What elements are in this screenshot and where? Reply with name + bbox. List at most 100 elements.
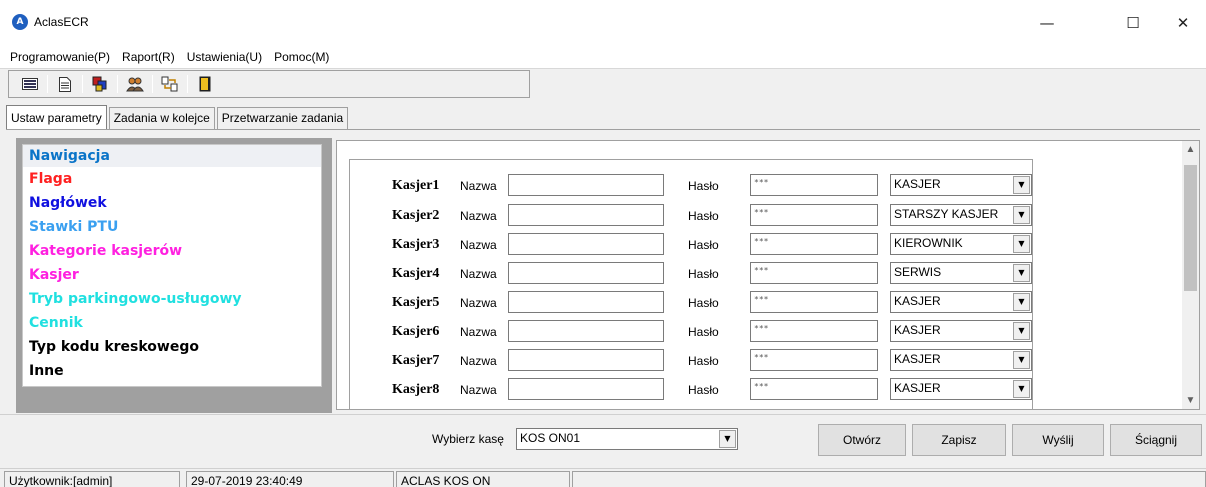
password-label: Hasło bbox=[688, 209, 719, 223]
scroll-down-icon[interactable]: ▼ bbox=[1182, 392, 1199, 409]
cashier-name-input[interactable] bbox=[508, 262, 664, 284]
password-label: Hasło bbox=[688, 267, 719, 281]
cashier-role-select[interactable]: KIEROWNIK ▼ bbox=[890, 233, 1032, 255]
register-select-value: KOS ON01 bbox=[520, 431, 581, 445]
chevron-down-icon[interactable]: ▼ bbox=[1013, 264, 1030, 282]
app-logo-icon: A bbox=[12, 14, 28, 30]
send-button[interactable]: Wyślij bbox=[1012, 424, 1104, 456]
maximize-button[interactable]: ☐ bbox=[1110, 8, 1156, 38]
cashier-row: Kasjer7 Nazwa Hasło *** KASJER ▼ bbox=[350, 349, 1050, 375]
action-bar: Wybierz kasę KOS ON01 ▼ Otwórz Zapisz Wyś… bbox=[0, 414, 1206, 464]
cashier-password-input[interactable]: *** bbox=[750, 174, 878, 196]
cashier-role-value: KASJER bbox=[894, 294, 941, 308]
toolbar-separator bbox=[152, 75, 153, 93]
cashier-password-input[interactable]: *** bbox=[750, 204, 878, 226]
chevron-down-icon[interactable]: ▼ bbox=[719, 430, 736, 448]
transfer-icon[interactable] bbox=[159, 74, 181, 94]
menu-pomoc[interactable]: Pomoc(M) bbox=[274, 50, 329, 64]
cashier-name-input[interactable] bbox=[508, 233, 664, 255]
scroll-up-icon[interactable]: ▲ bbox=[1182, 141, 1199, 158]
cashier-role-select[interactable]: STARSZY KASJER ▼ bbox=[890, 204, 1032, 226]
chevron-down-icon[interactable]: ▼ bbox=[1013, 235, 1030, 253]
status-extra bbox=[572, 471, 1206, 487]
exit-door-icon[interactable] bbox=[194, 74, 216, 94]
tab-przetwarzanie-zadania[interactable]: Przetwarzanie zadania bbox=[216, 107, 349, 129]
keyboard-icon[interactable] bbox=[19, 74, 41, 94]
nav-item-stawki-ptu[interactable]: Stawki PTU bbox=[23, 215, 321, 239]
nav-item-tryb-parkingowo-uslugowy[interactable]: Tryb parkingowo-usługowy bbox=[23, 287, 321, 311]
navigation-panel: Nawigacja Flaga Nagłówek Stawki PTU Kate… bbox=[16, 138, 332, 413]
name-label: Nazwa bbox=[460, 179, 497, 193]
nav-item-inne[interactable]: Inne bbox=[23, 359, 321, 383]
open-button[interactable]: Otwórz bbox=[818, 424, 906, 456]
close-button[interactable]: ✕ bbox=[1160, 8, 1206, 38]
palette-icon[interactable] bbox=[89, 74, 111, 94]
tab-divider bbox=[6, 129, 1200, 130]
navigation-box: Nawigacja Flaga Nagłówek Stawki PTU Kate… bbox=[22, 144, 322, 387]
cashier-role-select[interactable]: KASJER ▼ bbox=[890, 174, 1032, 196]
cashier-password-input[interactable]: *** bbox=[750, 320, 878, 342]
name-label: Nazwa bbox=[460, 325, 497, 339]
chevron-down-icon[interactable]: ▼ bbox=[1013, 176, 1030, 194]
menu-raport[interactable]: Raport(R) bbox=[122, 50, 175, 64]
cashier-role-select[interactable]: SERWIS ▼ bbox=[890, 262, 1032, 284]
cashier-name-input[interactable] bbox=[508, 204, 664, 226]
save-button[interactable]: Zapisz bbox=[912, 424, 1006, 456]
cashier-role-select[interactable]: KASJER ▼ bbox=[890, 378, 1032, 400]
chevron-down-icon[interactable]: ▼ bbox=[1013, 380, 1030, 398]
vertical-scrollbar[interactable]: ▲ ▼ bbox=[1182, 141, 1199, 409]
cashier-password-input[interactable]: *** bbox=[750, 233, 878, 255]
cashier-label: Kasjer8 bbox=[392, 382, 440, 397]
cashier-password-input[interactable]: *** bbox=[750, 349, 878, 371]
cashier-name-input[interactable] bbox=[508, 291, 664, 313]
cashier-row: Kasjer2 Nazwa Hasło *** STARSZY KASJER ▼ bbox=[350, 204, 1050, 230]
cashier-settings-panel: Kasjer1 Nazwa Hasło *** KASJER ▼ Kasjer2 … bbox=[336, 140, 1200, 410]
cashier-role-value: KASJER bbox=[894, 177, 941, 191]
cashier-role-value: KASJER bbox=[894, 352, 941, 366]
cashier-role-select[interactable]: KASJER ▼ bbox=[890, 320, 1032, 342]
cashier-name-input[interactable] bbox=[508, 174, 664, 196]
password-label: Hasło bbox=[688, 325, 719, 339]
cashier-role-select[interactable]: KASJER ▼ bbox=[890, 291, 1032, 313]
cashier-password-input[interactable]: *** bbox=[750, 378, 878, 400]
cashier-name-input[interactable] bbox=[508, 378, 664, 400]
cashier-row: Kasjer5 Nazwa Hasło *** KASJER ▼ bbox=[350, 291, 1050, 317]
navigation-header: Nawigacja bbox=[23, 145, 321, 167]
nav-item-cennik[interactable]: Cennik bbox=[23, 311, 321, 335]
chevron-down-icon[interactable]: ▼ bbox=[1013, 322, 1030, 340]
password-label: Hasło bbox=[688, 179, 719, 193]
cashier-form-frame: Kasjer1 Nazwa Hasło *** KASJER ▼ Kasjer2 … bbox=[349, 159, 1033, 409]
cashier-role-value: KIEROWNIK bbox=[894, 236, 963, 250]
chevron-down-icon[interactable]: ▼ bbox=[1013, 206, 1030, 224]
register-select[interactable]: KOS ON01 ▼ bbox=[516, 428, 738, 450]
chevron-down-icon[interactable]: ▼ bbox=[1013, 351, 1030, 369]
menu-programowanie[interactable]: Programowanie(P) bbox=[10, 50, 110, 64]
menu-bar: Programowanie(P) Raport(R) Ustawienia(U)… bbox=[0, 46, 1206, 68]
nav-item-naglowek[interactable]: Nagłówek bbox=[23, 191, 321, 215]
cashier-label: Kasjer3 bbox=[392, 237, 440, 252]
cashier-row: Kasjer1 Nazwa Hasło *** KASJER ▼ bbox=[350, 174, 1050, 200]
cashier-row: Kasjer8 Nazwa Hasło *** KASJER ▼ bbox=[350, 378, 1050, 404]
password-label: Hasło bbox=[688, 238, 719, 252]
menu-ustawienia[interactable]: Ustawienia(U) bbox=[187, 50, 262, 64]
nav-item-typ-kodu-kreskowego[interactable]: Typ kodu kreskowego bbox=[23, 335, 321, 359]
document-icon[interactable] bbox=[54, 74, 76, 94]
nav-item-flaga[interactable]: Flaga bbox=[23, 167, 321, 191]
cashier-row: Kasjer6 Nazwa Hasło *** KASJER ▼ bbox=[350, 320, 1050, 346]
cashier-name-input[interactable] bbox=[508, 349, 664, 371]
nav-item-kategorie-kasjerow[interactable]: Kategorie kasjerów bbox=[23, 239, 321, 263]
cashier-role-select[interactable]: KASJER ▼ bbox=[890, 349, 1032, 371]
download-button[interactable]: Ściągnij bbox=[1110, 424, 1202, 456]
toolbar-separator bbox=[47, 75, 48, 93]
scroll-thumb[interactable] bbox=[1184, 165, 1197, 291]
nav-item-kasjer[interactable]: Kasjer bbox=[23, 263, 321, 287]
tab-zadania-w-kolejce[interactable]: Zadania w kolejce bbox=[108, 107, 215, 129]
minimize-button[interactable]: — bbox=[1024, 8, 1070, 38]
name-label: Nazwa bbox=[460, 209, 497, 223]
cashier-password-input[interactable]: *** bbox=[750, 291, 878, 313]
users-icon[interactable] bbox=[124, 74, 146, 94]
cashier-password-input[interactable]: *** bbox=[750, 262, 878, 284]
tab-ustaw-parametry[interactable]: Ustaw parametry bbox=[6, 105, 107, 129]
chevron-down-icon[interactable]: ▼ bbox=[1013, 293, 1030, 311]
cashier-name-input[interactable] bbox=[508, 320, 664, 342]
